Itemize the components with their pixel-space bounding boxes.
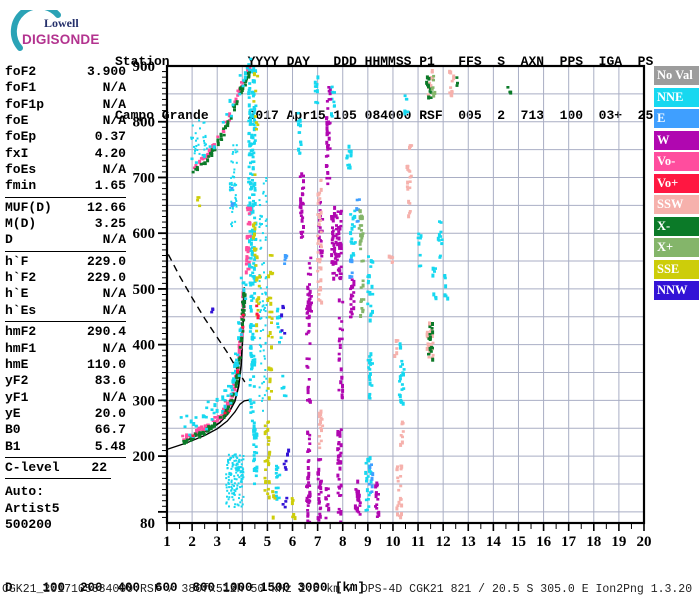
svg-text:16: 16: [536, 534, 552, 550]
svg-text:4: 4: [239, 534, 247, 550]
svg-text:800: 800: [133, 115, 156, 131]
legend-item-e: E: [654, 109, 699, 128]
doppler-direction-legend: No Val NNE E W Vo- Vo+ SSW X- X+ SSE NNW: [654, 66, 700, 303]
svg-text:8: 8: [339, 534, 347, 550]
svg-text:5: 5: [264, 534, 272, 550]
legend-item-nnw: NNW: [654, 281, 699, 300]
svg-text:9: 9: [364, 534, 372, 550]
svg-text:600: 600: [133, 226, 156, 242]
source-file-line: CGK21_2017105084000.RSF / 380fx512h 50 k…: [2, 583, 693, 596]
svg-text:12: 12: [436, 534, 451, 550]
plot-frame: [165, 64, 646, 525]
svg-text:900: 900: [133, 59, 156, 75]
legend-item-x-: X-: [654, 216, 699, 236]
legend-item-vo-: Vo-: [654, 152, 699, 171]
svg-text:19: 19: [611, 534, 626, 550]
svg-text:7: 7: [314, 534, 322, 550]
svg-text:500: 500: [133, 282, 156, 298]
svg-text:10: 10: [385, 534, 400, 550]
legend-item-vo-: Vo+: [654, 173, 699, 193]
svg-text:3: 3: [213, 534, 221, 550]
legend-item-no-val: No Val: [654, 66, 699, 85]
svg-text:80: 80: [140, 516, 155, 532]
legend-item-x-: X+: [654, 238, 699, 257]
svg-text:20: 20: [637, 534, 652, 550]
svg-text:2: 2: [188, 534, 196, 550]
svg-text:400: 400: [133, 338, 156, 354]
f-layer-traces: [179, 57, 253, 445]
svg-text:14: 14: [486, 534, 502, 550]
svg-text:700: 700: [133, 170, 156, 186]
echo-clusters: [190, 65, 513, 524]
legend-item-ssw: SSW: [654, 195, 699, 214]
legend-item-sse: SSE: [654, 259, 699, 279]
plot-grid: [167, 66, 644, 523]
legend-item-w: W: [654, 130, 699, 150]
digisonde-ionogram-screen: { "logo": {"top": "Lowell", "bottom": "D…: [0, 0, 700, 600]
svg-text:200: 200: [133, 449, 156, 465]
svg-text:17: 17: [561, 534, 577, 550]
legend-item-nne: NNE: [654, 87, 699, 107]
svg-text:6: 6: [289, 534, 297, 550]
ionogram-plot: 1 2 3 4 5 6 7 8 9 10 11 12 13 14 15 16 17 18 19 20900800700…: [133, 57, 652, 550]
svg-text:11: 11: [411, 534, 425, 550]
svg-text:13: 13: [461, 534, 476, 550]
svg-text:18: 18: [586, 534, 601, 550]
svg-text:300: 300: [133, 393, 156, 409]
svg-text:1: 1: [163, 534, 171, 550]
axis-ticks-and-labels: 1 2 3 4 5 6 7 8 9 10 11 12 13 14 15 16 17 18 19 20900800700…: [133, 59, 652, 550]
svg-text:15: 15: [511, 534, 526, 550]
